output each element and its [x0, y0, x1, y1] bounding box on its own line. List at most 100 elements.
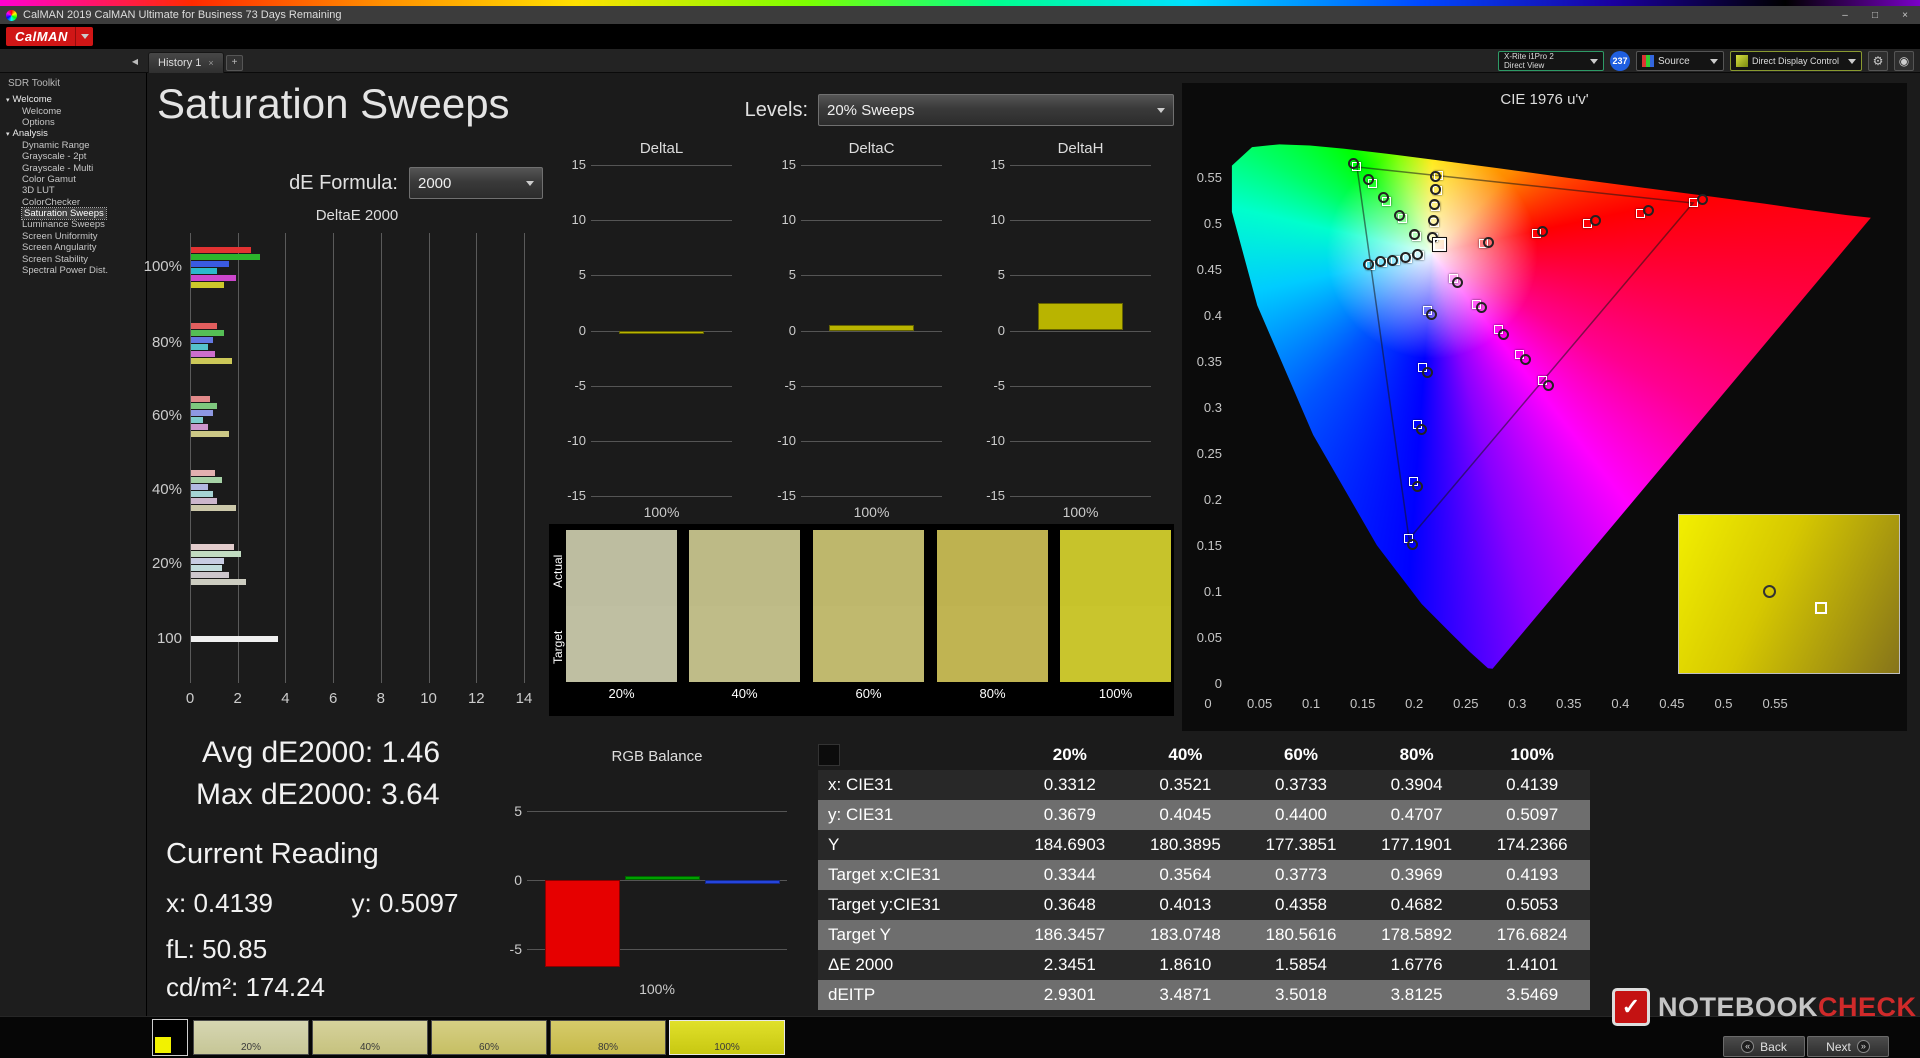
y-axis-tick-label: 0	[514, 872, 522, 888]
calman-app-window: CalMAN 2019 CalMAN Ultimate for Business…	[0, 0, 1920, 1058]
close-button[interactable]: ×	[1890, 6, 1920, 24]
sidebar-item-options[interactable]: Options	[0, 117, 146, 128]
current-patch-thumbnail[interactable]	[152, 1019, 188, 1056]
tab-close-icon[interactable]: ×	[208, 58, 213, 68]
row-label: x: CIE31	[828, 775, 894, 794]
de-formula-dropdown[interactable]: 2000	[409, 167, 543, 199]
sidebar-item-label: Color Gamut	[22, 173, 76, 185]
row-label: Target x:CIE31	[828, 865, 941, 884]
meter-count-badge[interactable]: 237	[1610, 51, 1630, 71]
wordmark-part1: NOTEBOOK	[1658, 991, 1819, 1022]
sidebar-item-spectral-power-dist-[interactable]: Spectral Power Dist.	[0, 265, 146, 276]
data-cell: 0.4013	[1159, 895, 1212, 914]
logo-dropdown	[74, 27, 89, 46]
bar-green	[191, 402, 218, 409]
sidebar-item-analysis[interactable]: ▾ Analysis	[0, 128, 146, 139]
source-label: Source	[1658, 55, 1690, 67]
data-cell: 176.6824	[1496, 925, 1568, 944]
sidebar-item-colorchecker[interactable]: ColorChecker	[0, 197, 146, 208]
rgb-balance-chart: RGB Balance 100% 5 0 -5	[500, 745, 810, 1005]
sidebar-item-dynamic-range[interactable]: Dynamic Range	[0, 140, 146, 151]
gridline	[801, 440, 942, 442]
sidebar-item-color-gamut[interactable]: Color Gamut	[0, 174, 146, 185]
gridline	[591, 385, 732, 387]
next-button[interactable]: Next »	[1807, 1036, 1889, 1057]
zoom-inset[interactable]	[1678, 514, 1900, 674]
menu-bar: CalMAN	[0, 24, 1920, 49]
settings-gear-button[interactable]: ⚙	[1868, 51, 1888, 71]
data-cell: 3.5469	[1506, 985, 1559, 1004]
sidebar-item-welcome[interactable]: Welcome	[0, 105, 146, 117]
minimize-button[interactable]: –	[1830, 6, 1860, 24]
y-axis-tick-label: 40%	[151, 481, 182, 498]
data-cell: 0.5097	[1506, 805, 1559, 824]
measured-point	[1476, 302, 1488, 314]
tab-history-1[interactable]: History 1 ×	[148, 52, 224, 73]
x-axis-tick-label: 6	[328, 690, 338, 707]
cdm2-label: cd/m²:	[166, 972, 239, 1002]
column-header: 20%	[1052, 745, 1087, 764]
y-axis-tick-label: 100%	[143, 258, 182, 275]
sidebar-item-welcome[interactable]: ▾ Welcome	[0, 94, 146, 105]
bar-yellow	[191, 578, 246, 585]
sidebar-item-label: Screen Stability	[22, 253, 89, 265]
levels-dropdown[interactable]: 20% Sweeps	[818, 94, 1174, 126]
table-row: Target Y 186.3457 183.0748 180.5616 178.5892…	[818, 920, 1590, 950]
sidebar-collapse-button[interactable]: ◀	[127, 55, 143, 68]
xy-reading: x: 0.4139 y: 0.5097	[166, 888, 458, 919]
meter-label: X-Rite i1Pro 2 Direct View	[1504, 52, 1586, 70]
y-axis-tick-label: 0.25	[1196, 446, 1222, 461]
data-cell: 0.3773	[1274, 865, 1327, 884]
data-cell: 1.8610	[1159, 955, 1212, 974]
y-axis-tick-label: 5	[514, 803, 522, 819]
sidebar-item-grayscale-multi[interactable]: Grayscale - Multi	[0, 162, 146, 174]
y-axis-tick-label: -10	[567, 432, 586, 448]
meter-dropdown[interactable]: X-Rite i1Pro 2 Direct View	[1498, 51, 1604, 71]
add-tab-button[interactable]: +	[226, 55, 243, 71]
x-axis-tick-label: 12	[467, 690, 485, 707]
sidebar-item-saturation-sweeps[interactable]: Saturation Sweeps	[0, 207, 146, 221]
maximize-button[interactable]: □	[1860, 6, 1890, 24]
calman-logo-menu[interactable]: CalMAN	[6, 27, 93, 46]
measured-point	[1412, 248, 1424, 260]
bar-cyan	[191, 343, 208, 350]
sidebar-item-label: Spectral Power Dist.	[22, 265, 109, 277]
measured-point	[1428, 199, 1440, 211]
source-dropdown[interactable]: Source	[1636, 51, 1724, 71]
slide-thumb-60%[interactable]: 60%	[431, 1020, 547, 1055]
plot-area	[527, 775, 787, 975]
sidebar-item-screen-stability[interactable]: Screen Stability	[0, 253, 146, 265]
data-cell: 0.5053	[1506, 895, 1559, 914]
slide-thumb-20%[interactable]: 20%	[193, 1020, 309, 1055]
sidebar-item-label: Welcome	[12, 94, 52, 106]
avg-de2000-reading: Avg dE2000: 1.46	[202, 736, 440, 770]
back-button[interactable]: « Back	[1723, 1036, 1805, 1057]
y-axis-tick-label: 0	[1214, 676, 1222, 691]
y-axis-tick-label: 15	[990, 157, 1005, 172]
display-control-dropdown[interactable]: Direct Display Control	[1730, 51, 1862, 71]
chevron-down-icon	[1157, 107, 1165, 113]
slide-thumb-100%[interactable]: 100%	[669, 1020, 785, 1055]
slide-thumb-40%[interactable]: 40%	[312, 1020, 428, 1055]
measured-point	[1393, 210, 1405, 222]
sidebar-item-grayscale-2pt[interactable]: Grayscale - 2pt	[0, 151, 146, 162]
data-cell: 0.4045	[1159, 805, 1212, 824]
bar-group	[191, 395, 230, 438]
bar-red	[191, 322, 218, 329]
sidebar-item-screen-angularity[interactable]: Screen Angularity	[0, 242, 146, 253]
bar	[1038, 302, 1123, 331]
data-cell: 1.5854	[1274, 955, 1327, 974]
back-arrow-icon: «	[1741, 1040, 1755, 1053]
x-axis-tick-label: 100%	[1062, 504, 1099, 520]
sidebar-item-luminance-sweeps[interactable]: Luminance Sweeps	[0, 219, 146, 230]
chart-title: DeltaC	[848, 140, 895, 157]
probe-button[interactable]: ◉	[1894, 51, 1914, 71]
window-controls: – □ ×	[1830, 6, 1920, 24]
slide-thumb-80%[interactable]: 80%	[550, 1020, 666, 1055]
sidebar-item-screen-uniformity[interactable]: Screen Uniformity	[0, 231, 146, 242]
sidebar-item-3d-lut[interactable]: 3D LUT	[0, 185, 146, 196]
swatch-target	[1060, 606, 1171, 682]
plot-area	[190, 233, 525, 683]
swatch-comparison-panel: Actual Target 20% 40% 60% 80% 100%	[549, 524, 1174, 716]
page-title: Saturation Sweeps	[157, 80, 510, 127]
